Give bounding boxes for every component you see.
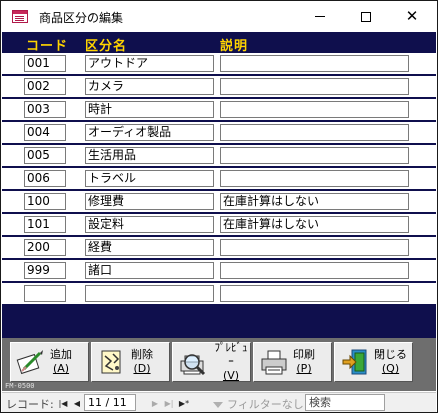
preview-button-label: ﾌﾟﾚﾋﾞｭｰ xyxy=(214,341,248,368)
window-title: 商品区分の編集 xyxy=(39,11,124,25)
code-field[interactable]: 005 xyxy=(24,147,66,164)
description-field[interactable] xyxy=(220,262,409,279)
column-header-name: 区分名 xyxy=(85,39,128,54)
delete-button[interactable]: 削除 (D) xyxy=(91,342,170,382)
filter-status[interactable]: フィルターなし xyxy=(213,396,304,412)
next-record-icon[interactable]: ▶ xyxy=(149,396,161,410)
description-field[interactable] xyxy=(220,285,409,302)
record-nav-label: レコード: xyxy=(6,398,54,411)
table-row[interactable]: 002 カメラ xyxy=(2,76,436,98)
form-id-label: FM-0500 xyxy=(5,382,35,390)
search-input[interactable]: 検索 xyxy=(305,394,385,411)
code-field[interactable]: 999 xyxy=(24,262,66,279)
exit-door-icon xyxy=(340,347,370,377)
code-field[interactable] xyxy=(24,285,66,302)
code-field[interactable]: 003 xyxy=(24,101,66,118)
code-field[interactable]: 002 xyxy=(24,78,66,95)
table-row[interactable]: 101 設定料 在庫計算はしない xyxy=(2,214,436,236)
code-field[interactable]: 200 xyxy=(24,239,66,256)
minimize-button[interactable] xyxy=(297,1,343,32)
add-button-shortcut: (A) xyxy=(52,362,70,375)
code-field[interactable]: 001 xyxy=(24,55,66,72)
close-icon: ✕ xyxy=(405,7,419,25)
description-field[interactable] xyxy=(220,78,409,95)
name-field[interactable]: 諸口 xyxy=(85,262,214,279)
table-row[interactable]: 200 経費 xyxy=(2,237,436,259)
close-button-label: 閉じる xyxy=(374,348,407,361)
form-window: 商品区分の編集 ✕ コード 区分名 説明 001 アウトドア 002 カメラ 003 時計… xyxy=(0,0,438,413)
description-field[interactable] xyxy=(220,55,409,72)
maximize-button[interactable] xyxy=(343,1,389,32)
table-row[interactable]: 004 オーディオ製品 xyxy=(2,122,436,144)
maximize-icon xyxy=(361,11,371,22)
form-icon xyxy=(12,10,28,23)
previous-record-icon[interactable]: ◀ xyxy=(71,396,83,410)
print-button-shortcut: (P) xyxy=(296,362,312,375)
column-header-code: コード xyxy=(26,39,69,54)
code-field[interactable]: 101 xyxy=(24,216,66,233)
record-position-field[interactable]: 11 / 11 xyxy=(84,394,136,411)
close-window-button[interactable]: ✕ xyxy=(389,1,435,32)
table-row[interactable]: 999 諸口 xyxy=(2,260,436,282)
table-row[interactable] xyxy=(2,283,436,305)
filter-status-label: フィルターなし xyxy=(227,398,304,411)
table-row[interactable]: 001 アウトドア xyxy=(2,53,436,75)
description-field[interactable]: 在庫計算はしない xyxy=(220,216,409,233)
name-field[interactable]: アウトドア xyxy=(85,55,214,72)
description-field[interactable] xyxy=(220,101,409,118)
name-field[interactable]: オーディオ製品 xyxy=(85,124,214,141)
preview-button[interactable]: ﾌﾟﾚﾋﾞｭｰ (V) xyxy=(172,341,251,382)
name-field[interactable]: カメラ xyxy=(85,78,214,95)
record-list: コード 区分名 説明 001 アウトドア 002 カメラ 003 時計 004 オーディオ製品… xyxy=(2,32,436,338)
close-button[interactable]: 閉じる (Q) xyxy=(334,342,413,382)
first-record-icon[interactable]: |◀ xyxy=(57,396,69,410)
table-row[interactable]: 100 修理費 在庫計算はしない xyxy=(2,191,436,213)
filter-icon xyxy=(213,402,223,408)
title-bar[interactable]: 商品区分の編集 ✕ xyxy=(1,1,437,32)
record-navigation-bar: レコード: |◀ ◀ 11 / 11 ▶ ▶| ▶* フィルターなし 検索 xyxy=(2,392,436,412)
code-field[interactable]: 006 xyxy=(24,170,66,187)
name-field[interactable]: 設定料 xyxy=(85,216,214,233)
description-field[interactable] xyxy=(220,170,409,187)
description-field[interactable] xyxy=(220,124,409,141)
button-bar: 追加 (A) 削除 (D) ﾌﾟﾚﾋﾞｭｰ (V) 印刷 (P) 閉じる (Q)… xyxy=(2,338,436,391)
description-field[interactable] xyxy=(220,147,409,164)
name-field[interactable]: 経費 xyxy=(85,239,214,256)
print-preview-icon xyxy=(178,347,208,377)
description-field[interactable] xyxy=(220,239,409,256)
name-field[interactable]: 修理費 xyxy=(85,193,214,210)
close-button-shortcut: (Q) xyxy=(381,362,400,375)
new-record-icon[interactable]: ▶* xyxy=(178,396,190,410)
print-button-label: 印刷 xyxy=(293,348,315,361)
name-field[interactable] xyxy=(85,285,214,302)
name-field[interactable]: 時計 xyxy=(85,101,214,118)
delete-record-icon xyxy=(97,347,127,377)
minimize-icon xyxy=(315,16,325,17)
last-record-icon[interactable]: ▶| xyxy=(163,396,175,410)
column-header-description: 説明 xyxy=(220,39,249,54)
name-field[interactable]: 生活用品 xyxy=(85,147,214,164)
preview-button-shortcut: (V) xyxy=(222,369,240,382)
print-button[interactable]: 印刷 (P) xyxy=(253,342,332,382)
name-field[interactable]: トラベル xyxy=(85,170,214,187)
add-record-icon xyxy=(16,347,46,377)
add-button[interactable]: 追加 (A) xyxy=(10,342,89,382)
add-button-label: 追加 xyxy=(50,348,72,361)
code-field[interactable]: 100 xyxy=(24,193,66,210)
delete-button-label: 削除 xyxy=(131,348,153,361)
table-row[interactable]: 003 時計 xyxy=(2,99,436,121)
description-field[interactable]: 在庫計算はしない xyxy=(220,193,409,210)
table-row[interactable]: 006 トラベル xyxy=(2,168,436,190)
printer-icon xyxy=(259,347,289,377)
code-field[interactable]: 004 xyxy=(24,124,66,141)
table-row[interactable]: 005 生活用品 xyxy=(2,145,436,167)
delete-button-shortcut: (D) xyxy=(133,362,151,375)
